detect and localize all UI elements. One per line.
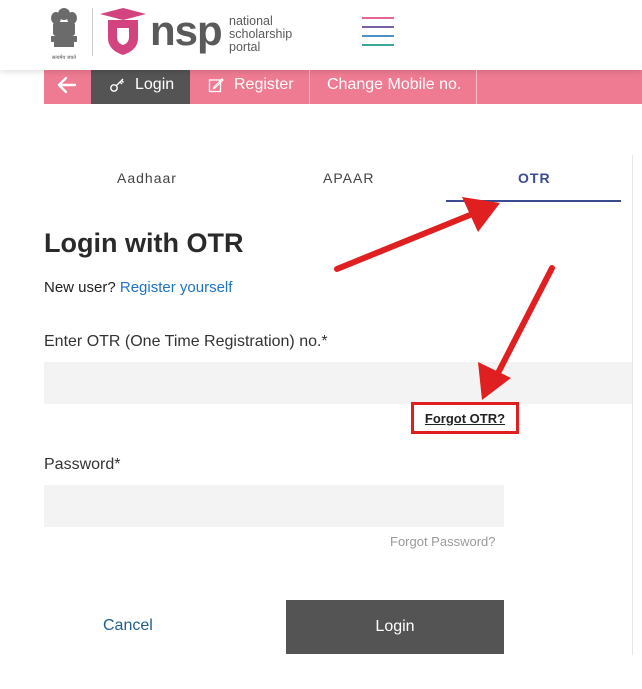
nav-change-mobile-tab[interactable]: Change Mobile no. bbox=[311, 66, 477, 104]
active-tab-indicator bbox=[446, 200, 621, 202]
nav-change-mobile-label: Change Mobile no. bbox=[327, 76, 462, 93]
new-user-prompt: New user? Register yourself bbox=[44, 279, 232, 296]
register-yourself-link[interactable]: Register yourself bbox=[120, 279, 233, 296]
edit-icon bbox=[208, 78, 224, 93]
forgot-otr-link[interactable]: Forgot OTR? bbox=[425, 411, 505, 426]
hamburger-line bbox=[362, 26, 394, 28]
nav-register-label: Register bbox=[234, 76, 294, 93]
back-button[interactable] bbox=[44, 66, 90, 104]
forgot-otr-highlight: Forgot OTR? bbox=[411, 402, 519, 434]
password-input[interactable] bbox=[44, 485, 504, 527]
login-button[interactable]: Login bbox=[286, 600, 504, 654]
nav-register-tab[interactable]: Register bbox=[191, 66, 310, 104]
logo-sub-line-3: portal bbox=[229, 40, 261, 54]
key-icon bbox=[110, 78, 124, 92]
otr-field-label: Enter OTR (One Time Registration) no.* bbox=[44, 333, 328, 350]
national-emblem-icon bbox=[51, 8, 77, 47]
cancel-button[interactable]: Cancel bbox=[103, 617, 153, 635]
arrow-left-icon bbox=[57, 76, 77, 94]
tab-aadhaar[interactable]: Aadhaar bbox=[117, 170, 177, 186]
password-field-label: Password* bbox=[44, 456, 121, 473]
nav-login-tab[interactable]: Login bbox=[91, 66, 190, 104]
logo-subtitle: national scholarship portal bbox=[229, 15, 292, 54]
otr-input[interactable] bbox=[44, 362, 632, 404]
nav-login-label: Login bbox=[135, 76, 175, 93]
forgot-password-link[interactable]: Forgot Password? bbox=[390, 534, 496, 549]
emblem-caption: सत्यमेव जयते bbox=[51, 55, 77, 61]
nsp-logo-icon bbox=[100, 8, 146, 55]
logo-wordmark: nsp bbox=[150, 7, 223, 54]
login-navbar: Login Register Change Mobile no. bbox=[44, 66, 642, 104]
tab-otr[interactable]: OTR bbox=[518, 170, 551, 186]
site-header: सत्यमेव जयते nsp national scholarship po… bbox=[0, 0, 642, 70]
hamburger-line bbox=[362, 17, 394, 19]
content-border bbox=[632, 155, 633, 655]
menu-hamburger-icon[interactable] bbox=[362, 17, 394, 47]
header-divider bbox=[92, 8, 93, 56]
new-user-text: New user? bbox=[44, 279, 116, 296]
tab-apaar[interactable]: APAAR bbox=[323, 170, 374, 186]
hamburger-line bbox=[362, 44, 394, 46]
annotation-arrow-to-otr-tab bbox=[334, 197, 500, 272]
page-title: Login with OTR bbox=[44, 228, 244, 258]
hamburger-line bbox=[362, 35, 394, 37]
